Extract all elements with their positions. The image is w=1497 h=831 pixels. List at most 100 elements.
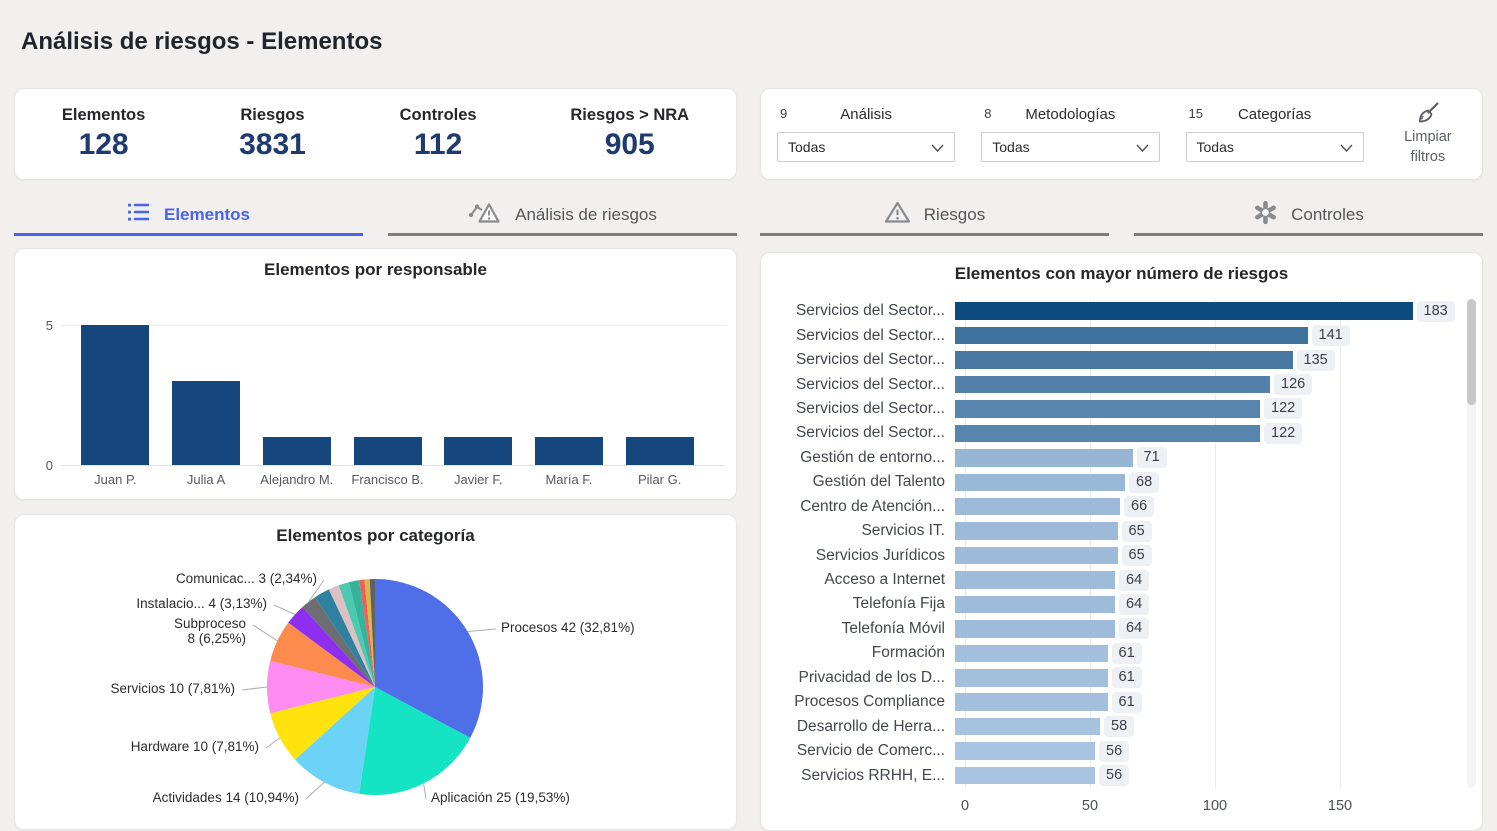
- tab-riesgos[interactable]: Riesgos: [760, 196, 1109, 236]
- responsable-bar[interactable]: [81, 325, 149, 465]
- tab-label: Controles: [1291, 205, 1364, 225]
- responsable-bar[interactable]: [354, 437, 422, 465]
- filter-categorias: 15 Categorías Todas: [1186, 106, 1364, 162]
- responsable-category-label: Juan P.: [70, 472, 161, 487]
- hbar-row: Gestión del Talento 68: [773, 470, 1472, 494]
- tab-label: Riesgos: [924, 205, 985, 225]
- hbar-cell: 68: [955, 470, 1472, 494]
- bar-value-label: 58: [1104, 716, 1134, 737]
- riesgos-bar[interactable]: [955, 449, 1133, 467]
- responsable-bar[interactable]: [172, 381, 240, 465]
- kpi-controles: Controles 112: [400, 106, 477, 162]
- riesgos-bar[interactable]: [955, 571, 1115, 589]
- categorias-dropdown[interactable]: Todas: [1186, 132, 1364, 162]
- riesgos-bar[interactable]: [955, 302, 1413, 320]
- riesgos-bar[interactable]: [955, 718, 1100, 736]
- elementos-por-responsable-chart: Elementos por responsable 5 0 Juan P.Jul…: [14, 248, 737, 500]
- riesgos-bar[interactable]: [955, 400, 1260, 418]
- riesgos-bar[interactable]: [955, 474, 1125, 492]
- kpi-value: 3831: [239, 128, 306, 162]
- riesgos-bar[interactable]: [955, 596, 1115, 614]
- bar-value-label: 71: [1137, 447, 1167, 468]
- hbar-row: Servicio de Comerc...56: [773, 739, 1472, 763]
- x-axis-line: [61, 465, 726, 466]
- kpi-value: 112: [400, 128, 477, 162]
- hbar-category-label: Desarrollo de Herra...: [773, 718, 955, 736]
- scrollbar-thumb[interactable]: [1467, 299, 1476, 405]
- pie-leader-line: [424, 784, 426, 800]
- hbar-row: Servicios del Sector...126: [773, 372, 1472, 396]
- tab-label: Elementos: [164, 205, 250, 225]
- bar-value-label: 61: [1112, 692, 1142, 713]
- riesgos-bar[interactable]: [955, 645, 1108, 663]
- bar-column: [524, 325, 615, 465]
- responsable-bar[interactable]: [626, 437, 694, 465]
- x-axis-tick: 100: [1203, 798, 1227, 814]
- hbar-category-label: Servicios del Sector...: [773, 400, 955, 418]
- tab-controles[interactable]: Controles: [1134, 196, 1483, 236]
- riesgos-bar[interactable]: [955, 620, 1115, 638]
- hbar-row: Servicios del Sector...135: [773, 348, 1472, 372]
- hbar-category-label: Formación: [773, 644, 955, 662]
- hbar-row: Telefonía Fija64: [773, 592, 1472, 616]
- warning-triangle-icon: [884, 200, 911, 230]
- analisis-dropdown[interactable]: Todas: [777, 132, 955, 162]
- tab-analisis-de-riesgos[interactable]: Análisis de riesgos: [388, 196, 737, 236]
- riesgos-bar[interactable]: [955, 327, 1308, 345]
- kpi-card: Elementos 128 Riesgos 3831 Controles 112…: [14, 88, 737, 180]
- responsable-bar[interactable]: [263, 437, 331, 465]
- clear-filters-button[interactable]: Limpiar filtros: [1390, 101, 1466, 167]
- chevron-down-icon: [931, 139, 944, 155]
- vertical-scrollbar[interactable]: [1467, 299, 1476, 788]
- hbar-category-label: Gestión del Talento: [773, 473, 955, 491]
- bar-value-label: 135: [1297, 350, 1335, 371]
- hbar-cell: 64: [955, 568, 1472, 592]
- tab-elementos[interactable]: Elementos: [14, 196, 363, 236]
- chevron-down-icon: [1340, 139, 1353, 155]
- riesgos-bar[interactable]: [955, 376, 1270, 394]
- tab-strip-left: Elementos Análisis de riesgos: [14, 196, 737, 236]
- riesgos-bar[interactable]: [955, 767, 1095, 785]
- bar-value-label: 64: [1119, 594, 1149, 615]
- pie-callout-label: Hardware 10 (7,81%): [131, 739, 259, 754]
- hbar-cell: 126: [955, 372, 1472, 396]
- filter-label: Análisis: [777, 106, 955, 123]
- kpi-label: Controles: [400, 106, 477, 125]
- riesgos-bar[interactable]: [955, 351, 1293, 369]
- riesgos-bar[interactable]: [955, 522, 1118, 540]
- riesgos-bar[interactable]: [955, 425, 1260, 443]
- pie-callout-label: Subproceso 8 (6,25%): [166, 616, 246, 646]
- hbar-cell: 135: [955, 348, 1472, 372]
- responsable-bar[interactable]: [535, 437, 603, 465]
- responsable-bar[interactable]: [444, 437, 512, 465]
- bar-column: [614, 325, 705, 465]
- pie-chart: [15, 515, 738, 831]
- hbar-category-label: Servicio de Comerc...: [773, 742, 955, 760]
- chart-title: Elementos por responsable: [15, 260, 736, 280]
- hbar-row: Centro de Atención...66: [773, 495, 1472, 519]
- hbar-category-label: Gestión de entorno...: [773, 449, 955, 467]
- bar-value-label: 183: [1417, 301, 1455, 322]
- chart-title: Elementos con mayor número de riesgos: [761, 264, 1482, 284]
- hbar-row: Gestión de entorno... 71: [773, 446, 1472, 470]
- dropdown-value: Todas: [992, 139, 1029, 155]
- bar-value-label: 68: [1129, 472, 1159, 493]
- kpi-label: Riesgos > NRA: [570, 106, 689, 125]
- hbar-row: Formación61: [773, 641, 1472, 665]
- hbar-category-label: Servicios del Sector...: [773, 302, 955, 320]
- hbar-cell: 183: [955, 299, 1472, 323]
- riesgos-bar[interactable]: [955, 742, 1095, 760]
- bar-column: [161, 325, 252, 465]
- hbar-cell: 141: [955, 323, 1472, 347]
- elementos-con-mayor-riesgos-chart: Elementos con mayor número de riesgos Se…: [760, 252, 1483, 831]
- pie-callout-label: Procesos 42 (32,81%): [501, 620, 635, 635]
- riesgos-bar[interactable]: [955, 547, 1118, 565]
- filter-count: 15: [1189, 106, 1203, 121]
- hbar-cell: 66: [955, 495, 1472, 519]
- x-axis-ticks: 050100150: [773, 798, 1472, 818]
- bar-value-label: 122: [1264, 423, 1302, 444]
- riesgos-bar[interactable]: [955, 669, 1108, 687]
- metodologias-dropdown[interactable]: Todas: [981, 132, 1159, 162]
- riesgos-bar[interactable]: [955, 693, 1108, 711]
- riesgos-bar[interactable]: [955, 498, 1120, 516]
